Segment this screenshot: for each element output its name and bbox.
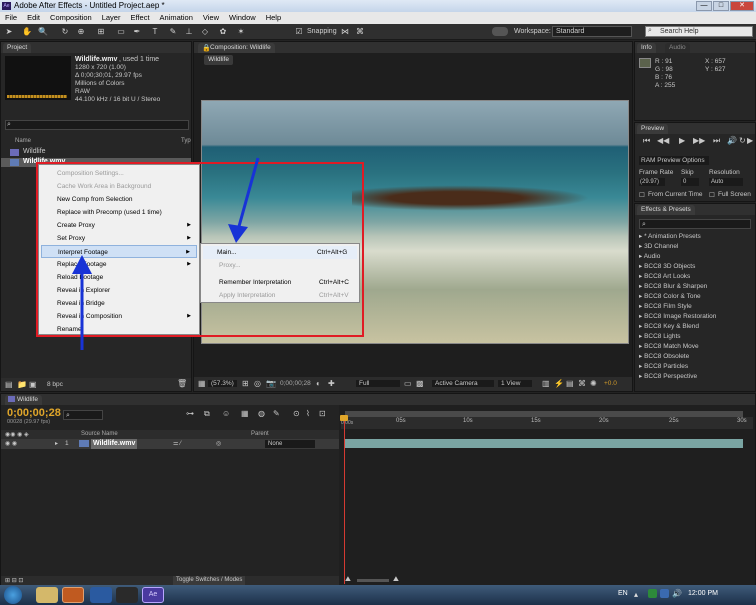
after-effects-taskbar-button[interactable]: Ae <box>142 587 164 603</box>
tray-app-icon[interactable] <box>648 589 657 598</box>
language-indicator[interactable]: EN <box>618 590 628 597</box>
explorer-taskbar-icon[interactable] <box>36 587 58 603</box>
windows-taskbar: Ae EN ▴ 🔊 12:00 PM <box>0 585 756 605</box>
arrow-down-icon <box>228 157 260 243</box>
media-taskbar-icon[interactable] <box>90 587 112 603</box>
firefox-taskbar-icon[interactable] <box>62 587 84 603</box>
tray-network-icon[interactable] <box>660 589 669 598</box>
annotation-arrows <box>72 157 260 350</box>
arrow-up-icon <box>72 255 92 350</box>
clock[interactable]: 12:00 PM <box>688 590 718 597</box>
tray-up-icon[interactable]: ▴ <box>634 590 638 599</box>
app-taskbar-icon[interactable] <box>116 587 138 603</box>
start-button[interactable] <box>4 586 22 604</box>
volume-icon[interactable]: 🔊 <box>672 589 682 598</box>
